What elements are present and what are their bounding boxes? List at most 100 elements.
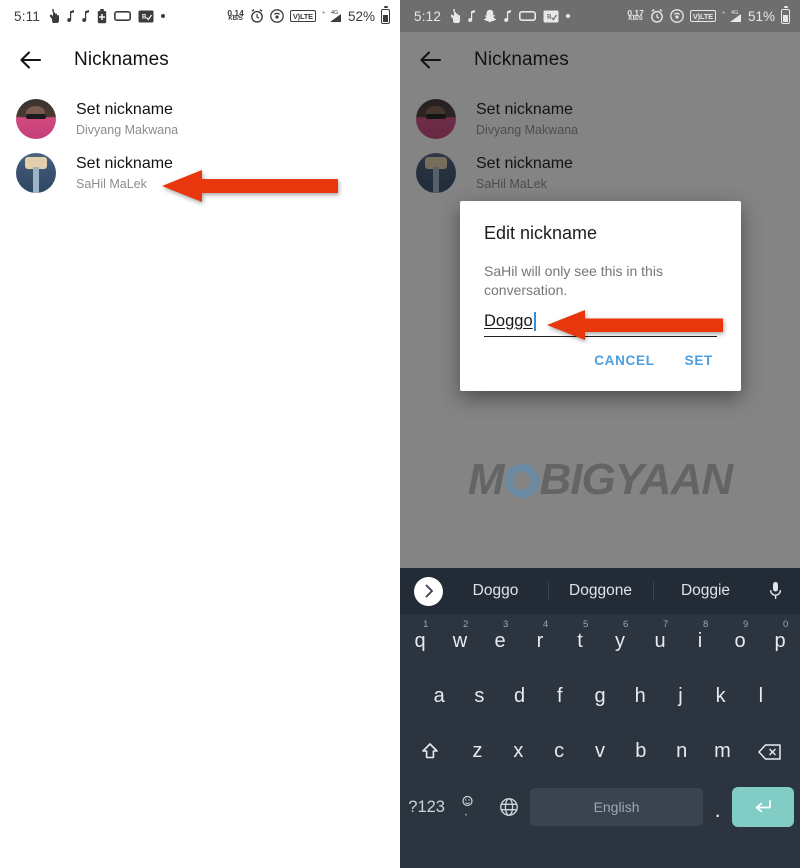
key-l[interactable]: l xyxy=(741,669,781,724)
key-p[interactable]: 0p xyxy=(760,614,800,669)
list-item-texts: Set nickname Divyang Makwana xyxy=(476,100,578,139)
key-label: q xyxy=(414,630,426,652)
landscape-lock-icon xyxy=(519,10,537,22)
avatar xyxy=(416,153,456,193)
watermark: M BIGYAAN xyxy=(400,455,800,505)
key-v[interactable]: v xyxy=(580,724,621,779)
annotation-arrow-left xyxy=(162,170,338,202)
bw-icon: B xyxy=(138,10,154,23)
key-o[interactable]: 9o xyxy=(720,614,760,669)
key-r[interactable]: 4r xyxy=(520,614,560,669)
list-item-subtitle: SaHil MaLek xyxy=(76,176,147,191)
text-caret xyxy=(533,312,536,331)
key-hint: 2 xyxy=(463,619,469,630)
phone-screen-left: 5:11 B 0.14 KB/S V)LTE ÷ 4G 52% Nickname… xyxy=(0,0,400,868)
key-q[interactable]: 1q xyxy=(400,614,440,669)
key-label: r xyxy=(536,630,544,652)
key-u[interactable]: 7u xyxy=(640,614,680,669)
edit-nickname-dialog: Edit nickname SaHil will only see this i… xyxy=(460,201,741,391)
signal-icon: ÷ 4G xyxy=(722,9,742,23)
set-button[interactable]: SET xyxy=(683,349,715,372)
key-y[interactable]: 6y xyxy=(600,614,640,669)
microphone-icon[interactable] xyxy=(758,581,792,601)
dot-icon xyxy=(566,14,571,18)
key-f[interactable]: f xyxy=(540,669,580,724)
key-i[interactable]: 8i xyxy=(680,614,720,669)
svg-text:4G: 4G xyxy=(731,10,738,16)
key-h[interactable]: h xyxy=(620,669,660,724)
key-hint: 3 xyxy=(503,619,509,630)
status-time: 5:12 xyxy=(414,8,442,24)
status-bar-left-cluster: 5:11 B xyxy=(14,8,166,24)
space-key[interactable]: English xyxy=(529,788,704,826)
emoji-key[interactable]: , xyxy=(447,779,488,835)
key-c[interactable]: c xyxy=(539,724,580,779)
suggestion-item[interactable]: Doggie xyxy=(653,582,758,600)
hotspot-icon xyxy=(270,9,284,23)
app-bar-right: Nicknames xyxy=(400,32,800,88)
key-d[interactable]: d xyxy=(499,669,539,724)
key-hint: 5 xyxy=(583,619,589,630)
key-s[interactable]: s xyxy=(459,669,499,724)
status-bar-right-cluster: 0.14 KB/S V)LTE ÷ 4G 52% xyxy=(227,6,390,24)
on-screen-keyboard: Doggo Doggone Doggie 1q 2w 3e 4r 5t 6y 7… xyxy=(400,568,800,868)
phone-screen-right: Nicknames Set nickname Divyang Makwana S… xyxy=(400,0,800,868)
key-g[interactable]: g xyxy=(580,669,620,724)
suggestion-items: Doggo Doggone Doggie xyxy=(443,568,758,614)
expand-suggestions-icon[interactable] xyxy=(414,576,443,606)
battery-percent-label: 51% xyxy=(747,8,775,24)
keyboard-row-1: 1q 2w 3e 4r 5t 6y 7u 8i 9o 0p xyxy=(400,614,800,669)
shift-key[interactable] xyxy=(402,724,457,779)
music-note-icon xyxy=(504,10,512,22)
language-key[interactable] xyxy=(489,779,530,835)
watermark-text-1: M xyxy=(467,455,505,504)
list-item[interactable]: Set nickname SaHil MaLek xyxy=(400,146,800,200)
suggestion-item[interactable]: Doggone xyxy=(548,582,653,600)
emoji-key-glyph: , xyxy=(460,795,475,820)
key-e[interactable]: 3e xyxy=(480,614,520,669)
list-item-title: Set nickname xyxy=(476,154,573,172)
volte-icon: V)LTE xyxy=(289,10,316,22)
list-item[interactable]: Set nickname Divyang Makwana xyxy=(0,92,400,146)
page-title: Nicknames xyxy=(474,49,569,70)
snapchat-icon xyxy=(483,9,497,23)
alarm-icon xyxy=(250,9,264,23)
key-m[interactable]: m xyxy=(702,724,743,779)
watermark-ring-icon xyxy=(504,464,539,498)
nickname-input-value: Doggo xyxy=(484,312,533,330)
key-b[interactable]: b xyxy=(620,724,661,779)
screenshot-root: 5:11 B 0.14 KB/S V)LTE ÷ 4G 52% Nickname… xyxy=(0,0,800,868)
key-k[interactable]: k xyxy=(701,669,741,724)
music-note-icon xyxy=(82,10,90,22)
dialog-actions: CANCEL SET xyxy=(484,337,717,383)
key-a[interactable]: a xyxy=(419,669,459,724)
symbols-key[interactable]: ?123 xyxy=(406,779,447,835)
list-item-title: Set nickname xyxy=(476,100,573,118)
svg-text:B: B xyxy=(142,14,147,20)
svg-text:÷: ÷ xyxy=(322,11,326,17)
backspace-key[interactable] xyxy=(743,724,798,779)
key-x[interactable]: x xyxy=(498,724,539,779)
key-label: y xyxy=(615,630,625,652)
period-key[interactable]: . xyxy=(703,779,732,835)
battery-icon xyxy=(781,6,790,24)
key-t[interactable]: 5t xyxy=(560,614,600,669)
network-speed-indicator: 0.14 KB/S xyxy=(227,9,244,23)
back-arrow-icon[interactable] xyxy=(418,47,444,73)
key-w[interactable]: 2w xyxy=(440,614,480,669)
key-z[interactable]: z xyxy=(457,724,498,779)
status-bar-right-cluster: 0.17 KB/S V)LTE ÷ 4G 51% xyxy=(627,6,790,24)
back-arrow-icon[interactable] xyxy=(18,47,44,73)
key-label: w xyxy=(452,630,468,652)
key-n[interactable]: n xyxy=(661,724,702,779)
enter-key[interactable] xyxy=(732,787,795,827)
list-item[interactable]: Set nickname Divyang Makwana xyxy=(400,92,800,146)
key-label: u xyxy=(654,630,666,652)
svg-text:4G: 4G xyxy=(331,10,338,16)
key-j[interactable]: j xyxy=(660,669,700,724)
key-label: e xyxy=(494,630,506,652)
key-hint: 0 xyxy=(783,619,789,630)
cancel-button[interactable]: CANCEL xyxy=(592,349,656,372)
suggestion-item[interactable]: Doggo xyxy=(443,582,548,600)
annotation-arrow-right xyxy=(547,310,723,340)
